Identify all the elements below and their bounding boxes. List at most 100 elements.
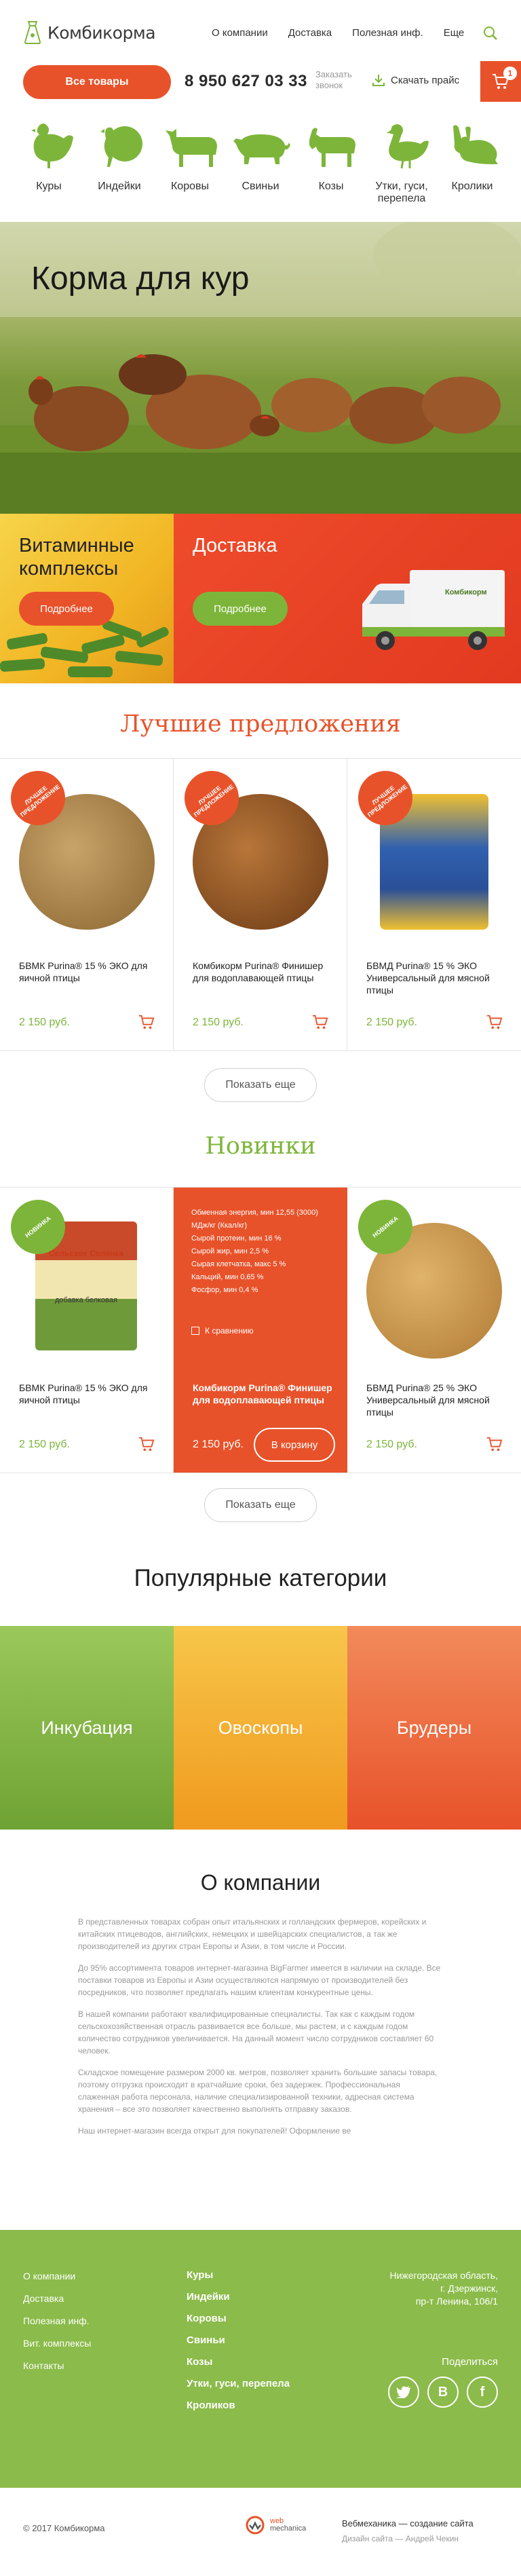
menu-item-delivery[interactable]: Доставка <box>288 27 332 39</box>
footer-category-link[interactable]: Коровы <box>187 2313 290 2324</box>
callback-link[interactable]: Заказать звонок <box>315 69 363 91</box>
footer-category-link[interactable]: Утки, гуси, перепела <box>187 2378 290 2389</box>
add-to-cart-button[interactable]: В корзину <box>254 1428 335 1462</box>
dev-line-2: Дизайн сайта — Андрей Чекин <box>342 2534 459 2543</box>
menu-item-more[interactable]: Еще <box>444 27 465 39</box>
product-name[interactable]: БВМД Purina® 15 % ЭКО Универсальный для … <box>366 960 509 996</box>
about-paragraph: В нашей компании работают квалифицирован… <box>78 2009 434 2056</box>
pack-subtitle: добавка белковая <box>55 1296 117 1304</box>
add-to-cart-icon[interactable] <box>486 1014 503 1034</box>
footer-link[interactable]: Полезная инф. <box>23 2315 91 2326</box>
webmechanica-wordmark: web mechanica <box>270 2518 306 2533</box>
pack-brand: Сельское Селянка <box>48 1249 124 1258</box>
about-paragraph: Наш интернет-магазин всегда открыт для п… <box>78 2126 351 2136</box>
popular-tiles: Инкубация Овоскопы Брудеры <box>0 1626 521 1830</box>
product-name[interactable]: БВМК Purina® 15 % ЭКО для яичной птицы <box>19 960 161 984</box>
cow-icon <box>166 129 217 167</box>
menu-item-useful-info[interactable]: Полезная инф. <box>352 27 423 39</box>
add-to-cart-icon[interactable] <box>138 1014 155 1034</box>
copyright: © 2017 Комбикорма <box>23 2523 105 2533</box>
product-price: 2 150 руб. <box>19 1439 70 1450</box>
product-card[interactable]: Лучшее предложение БВМД Purina® 15 % ЭКО… <box>347 759 521 1050</box>
category-label: Свиньи <box>242 181 279 192</box>
footer-category-link[interactable]: Кроликов <box>187 2400 290 2411</box>
category-label: Кролики <box>451 181 493 192</box>
category-ducks-geese-quails[interactable]: Утки, гуси, перепела <box>366 119 437 222</box>
chicken-icon <box>31 124 73 168</box>
price-download-label: Скачать прайс <box>391 74 460 86</box>
about-title: О компании <box>200 1870 321 1895</box>
tile-incubation[interactable]: Инкубация <box>0 1626 174 1830</box>
search-icon[interactable] <box>483 26 498 41</box>
download-icon <box>372 75 385 86</box>
feed-bag-icon <box>23 20 42 45</box>
category-chickens[interactable]: Куры <box>14 119 84 222</box>
new-more-wrap: Показать еще <box>0 1473 521 1538</box>
footer-link[interactable]: О компании <box>23 2271 91 2281</box>
all-goods-button[interactable]: Все товары <box>23 65 171 99</box>
footer-links: О компании Доставка Полезная инф. Вит. к… <box>23 2271 91 2383</box>
phone-number[interactable]: 8 950 627 03 33 <box>185 72 307 91</box>
add-to-cart-icon[interactable] <box>311 1014 329 1034</box>
product-card[interactable]: Лучшее предложение Комбикорм Purina® Фин… <box>173 759 347 1050</box>
best-offers-header: Лучшие предложения <box>0 683 521 758</box>
footer-category-link[interactable]: Куры <box>187 2269 290 2281</box>
product-name[interactable]: Комбикорм Purina® Финишер для водоплаваю… <box>193 960 335 984</box>
rabbit-icon <box>453 125 498 164</box>
new-items-header: Новинки <box>0 1119 521 1187</box>
tile-brooders[interactable]: Брудеры <box>347 1626 521 1830</box>
best-offers-title: Лучшие предложения <box>120 711 401 738</box>
product-card[interactable]: Лучшее предложение БВМК Purina® 15 % ЭКО… <box>0 759 174 1050</box>
footer-category-link[interactable]: Козы <box>187 2356 290 2368</box>
twitter-icon[interactable] <box>388 2376 419 2408</box>
delivery-more-button[interactable]: Подробнее <box>193 592 288 626</box>
category-goats[interactable]: Козы <box>296 119 366 222</box>
dev-line-1[interactable]: Вебмеханика — создание сайта <box>342 2516 474 2531</box>
spec-line: Сырая клетчатка, макс 5 % <box>191 1260 286 1268</box>
logo[interactable]: Комбикорма <box>23 20 156 45</box>
turkey-icon <box>100 126 142 167</box>
product-card[interactable]: Новинка БВМД Purina® 25 % ЭКО Универсаль… <box>347 1188 521 1473</box>
facebook-icon[interactable]: f <box>467 2376 498 2408</box>
category-pigs[interactable]: Свиньи <box>225 119 296 222</box>
best-more-wrap: Показать еще <box>0 1051 521 1119</box>
popular-title: Популярные категории <box>134 1565 387 1591</box>
add-to-cart-icon[interactable] <box>486 1436 503 1456</box>
show-more-button[interactable]: Показать еще <box>204 1488 317 1522</box>
product-card-hover[interactable]: Обменная энергия, мин 12,55 (3000) МДж/к… <box>174 1188 347 1473</box>
menu-item-about[interactable]: О компании <box>212 27 268 39</box>
category-label: Индейки <box>98 181 141 192</box>
category-rabbits[interactable]: Кролики <box>437 119 507 222</box>
category-cows[interactable]: Коровы <box>155 119 225 222</box>
cart-button[interactable]: 1 <box>480 61 521 102</box>
category-label: Куры <box>36 181 62 192</box>
product-price: 2 150 руб. <box>19 1017 70 1028</box>
footer-link[interactable]: Контакты <box>23 2360 91 2371</box>
show-more-button[interactable]: Показать еще <box>204 1068 317 1102</box>
footer-link[interactable]: Вит. комплексы <box>23 2338 91 2349</box>
product-name[interactable]: БВМК Purina® 15 % ЭКО для яичной птицы <box>19 1382 161 1406</box>
webmechanica-logo[interactable]: web mechanica <box>243 2515 306 2535</box>
spec-line: Сырой протеин, мин 16 % <box>191 1234 282 1243</box>
spec-line: Кальций, мин 0,65 % <box>191 1273 264 1281</box>
category-turkeys[interactable]: Индейки <box>84 119 155 222</box>
product-card[interactable]: Сельское Селянка добавка белковая Новинк… <box>0 1188 174 1473</box>
share-label: Поделиться <box>442 2356 498 2368</box>
vk-icon[interactable]: В <box>427 2376 459 2408</box>
delivery-truck-illustration <box>362 570 505 650</box>
product-price: 2 150 руб. <box>366 1439 417 1450</box>
compare-label: К сравнению <box>205 1326 254 1336</box>
footer-category-link[interactable]: Свиньи <box>187 2334 290 2346</box>
category-label: Утки, гуси, перепела <box>375 181 428 204</box>
add-to-cart-icon[interactable] <box>138 1436 155 1456</box>
product-name[interactable]: БВМД Purina® 25 % ЭКО Универсальный для … <box>366 1382 509 1418</box>
top-nav: Комбикорма О компании Доставка Полезная … <box>0 0 521 61</box>
footer-category-link[interactable]: Индейки <box>187 2291 290 2303</box>
footer-link[interactable]: Доставка <box>23 2293 91 2304</box>
delivery-title: Доставка <box>193 535 277 556</box>
compare-link[interactable]: К сравнению <box>191 1326 254 1336</box>
product-name[interactable]: Комбикорм Purina® Финишер для водоплаваю… <box>193 1382 335 1406</box>
vitamins-more-button[interactable]: Подробнее <box>19 592 114 626</box>
tile-ovoscopes[interactable]: Овоскопы <box>174 1626 347 1830</box>
price-download-link[interactable]: Скачать прайс <box>372 73 459 87</box>
